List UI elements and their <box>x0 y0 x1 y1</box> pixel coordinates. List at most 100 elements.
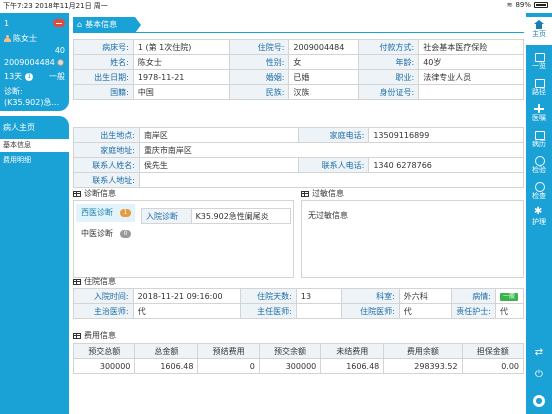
fee-header: 费用余额 <box>383 343 463 359</box>
resident-value: 代 <box>398 303 453 319</box>
tab-bar: ⌂ 基本信息 <box>73 17 524 33</box>
rnav-orders-label: 医嘱 <box>532 114 546 122</box>
fee-header: 预结费用 <box>197 343 260 359</box>
basic-info-row: 病床号: 1 (第 1次住院) 住院号: 2009004484 付款方式: 社会基本医疗保… <box>73 39 524 55</box>
main-content: ⌂ 基本信息 病床号: 1 (第 1次住院) 住院号: 2009004484 付款方式:… <box>72 13 525 414</box>
patient-diagnosis: 诊断: (K35.902)急... <box>4 86 68 108</box>
basic-info-value: 陈女士 <box>132 54 230 70</box>
stethoscope-icon <box>534 182 545 192</box>
rnav-overview-label: 一览 <box>532 62 546 70</box>
chinese-tab-label: 中医诊断 <box>81 229 113 238</box>
nav-patient-home[interactable]: 病人主页 <box>0 121 69 134</box>
fee-header: 预交余额 <box>258 343 322 359</box>
attending-label: 主治医师: <box>73 303 134 319</box>
left-nav: 病人主页 基本信息 费用明细 <box>0 116 69 414</box>
nav-fee-detail[interactable]: 费用明细 <box>0 154 69 167</box>
table-icon <box>73 278 81 285</box>
condition-label: 病情: <box>451 288 496 304</box>
basic-info-label: 年龄: <box>358 54 420 70</box>
basic-info-value: 汉族 <box>288 84 360 100</box>
list-icon <box>534 52 545 62</box>
basic-info-value: 40岁 <box>418 54 524 70</box>
battery-icon <box>534 2 548 8</box>
fee-header: 未结费用 <box>320 343 385 359</box>
wifi-icon: ≋ <box>506 1 513 9</box>
fee-value: 300000 <box>258 358 322 374</box>
rnav-exam[interactable]: 检查 <box>526 179 552 205</box>
hospital-title: 住院信息 <box>84 277 116 286</box>
patient-name-row: 陈女士 <box>4 33 37 44</box>
home-phone-value: 13509116899 <box>368 127 524 143</box>
basic-info-label: 病床号: <box>73 39 134 55</box>
person-icon <box>4 34 11 43</box>
right-nav: 主页 一览 路径 医嘱 病历 检验 检查 护理 ⇄ ⏻ ● <box>526 13 552 414</box>
stay-days-label: 住院天数: <box>240 288 297 304</box>
resident-label: 住院医师: <box>341 303 400 319</box>
patient-card[interactable]: 1 陈女士 40 2009004484 13天 1 一般 诊断: (K35.90… <box>0 13 69 111</box>
rnav-test[interactable]: 检验 <box>526 153 552 179</box>
basic-info-value: 1 (第 1次住院) <box>132 39 230 55</box>
basic-info-table: 病床号: 1 (第 1次住院) 住院号: 2009004484 付款方式: 社会基本医疗保… <box>73 39 524 100</box>
basic-info-label: 性别: <box>228 54 290 70</box>
fee-table: 预交总额 总金额 预结费用 预交余额 未结费用 费用余额 担保金额 300000 1606.4… <box>72 343 525 374</box>
home-addr-value: 重庆市南岸区 <box>138 142 525 158</box>
rnav-records[interactable]: 病历 <box>526 127 552 153</box>
basic-info-label: 住院号: <box>228 39 290 55</box>
hospital-info-table: 入院时间: 2018-11-21 09:16:00 住院天数: 13 科室: 外… <box>73 288 525 319</box>
home-tab-icon: ⌂ <box>77 20 83 29</box>
contact-name-label: 联系人姓名: <box>73 157 140 173</box>
contact-phone-label: 联系人电话: <box>298 157 370 173</box>
rnav-nursing[interactable]: 护理 <box>526 205 552 231</box>
rnav-nursing-label: 护理 <box>532 218 546 226</box>
contact-phone-value: 1340 6278766 <box>368 157 524 173</box>
fee-header: 预交总额 <box>72 343 136 359</box>
patient-bed: 1 <box>4 19 10 28</box>
patient-inpatient-no: 2009004484 <box>4 58 55 67</box>
basic-info-label: 民族: <box>228 84 290 100</box>
allergy-section-title: 过敏信息 <box>301 188 344 199</box>
status-right: ≋ 89% <box>507 1 548 9</box>
table-icon <box>73 332 81 339</box>
tab-chinese-diagnosis[interactable]: 中医诊断 0 <box>76 225 135 243</box>
rnav-overview[interactable]: 一览 <box>526 49 552 75</box>
basic-info-value: 社会基本医疗保险 <box>418 39 524 55</box>
birth-place-label: 出生地点: <box>73 127 140 143</box>
close-badge-icon[interactable] <box>53 19 65 27</box>
diagnosis-section-title: 诊断信息 <box>73 188 116 199</box>
tab-western-diagnosis[interactable]: 西医诊断 1 <box>76 204 135 222</box>
fee-value: 1606.48 <box>134 358 199 374</box>
dept-label: 科室: <box>341 288 400 304</box>
nav-basic-info[interactable]: 基本信息 <box>0 139 69 152</box>
fee-header: 担保金额 <box>461 343 525 359</box>
user-avatar-icon[interactable]: ● <box>533 395 545 407</box>
basic-info-row: 国籍: 中国 民族: 汉族 身份证号: <box>73 84 524 100</box>
condition-badge: 一般 <box>499 293 518 301</box>
tab-basic-info[interactable]: ⌂ 基本信息 <box>73 17 141 33</box>
fee-header: 总金额 <box>134 343 199 359</box>
nurse-label: 责任护士: <box>451 303 496 319</box>
chief-value <box>295 303 343 319</box>
basic-info-label: 婚姻: <box>228 69 290 85</box>
rnav-home[interactable]: 主页 <box>526 17 552 45</box>
table-icon <box>301 190 309 197</box>
battery-percent: 89% <box>515 1 531 9</box>
basic-info-value: 中国 <box>132 84 230 100</box>
power-icon[interactable]: ⏻ <box>526 369 552 380</box>
fee-value: 300000 <box>72 358 136 374</box>
hospital-section-title: 住院信息 <box>73 276 116 287</box>
swap-icon[interactable]: ⇄ <box>526 347 552 358</box>
rnav-orders[interactable]: 医嘱 <box>526 101 552 127</box>
rnav-records-label: 病历 <box>532 140 546 148</box>
stay-days-value: 13 <box>295 288 343 304</box>
fee-value: 0 <box>197 358 260 374</box>
home-phone-label: 家庭电话: <box>298 127 370 143</box>
contact-info-table: 出生地点: 南岸区 家庭电话: 13509116899 家庭地址: 重庆市南岸区… <box>73 127 525 188</box>
patient-days: 13天 <box>4 72 23 81</box>
nurse-value: 代 <box>494 303 525 319</box>
rnav-path[interactable]: 路径 <box>526 75 552 101</box>
allergy-title: 过敏信息 <box>312 189 344 198</box>
basic-info-value: 2009004484 <box>288 39 360 55</box>
admit-diagnosis-value: K35.902急性阑尾炎 <box>190 208 292 224</box>
patient-id-row: 2009004484 <box>4 58 64 67</box>
allergy-panel: 无过敏信息 <box>301 200 524 278</box>
